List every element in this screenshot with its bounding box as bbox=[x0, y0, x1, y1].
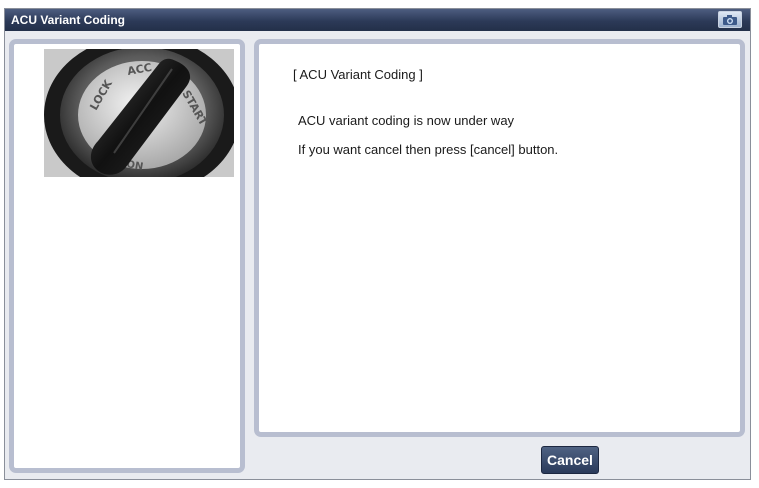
instruction-message: If you want cancel then press [cancel] b… bbox=[298, 142, 559, 157]
message-panel: [ ACU Variant Coding ] ACU variant codin… bbox=[254, 39, 745, 437]
ignition-switch-image: LOCK ACC START ON bbox=[44, 49, 234, 177]
variant-coding-window: ACU Variant Coding LOCK ACC START ON [A… bbox=[4, 8, 751, 480]
cancel-button[interactable]: Cancel bbox=[541, 446, 599, 474]
left-panel: LOCK ACC START ON bbox=[9, 39, 245, 473]
status-message: ACU variant coding is now under way bbox=[298, 113, 515, 128]
camera-icon[interactable] bbox=[718, 11, 742, 28]
title-bar: ACU Variant Coding bbox=[5, 9, 750, 31]
window-title: ACU Variant Coding bbox=[11, 13, 126, 27]
message-heading: [ ACU Variant Coding ] bbox=[293, 67, 423, 82]
